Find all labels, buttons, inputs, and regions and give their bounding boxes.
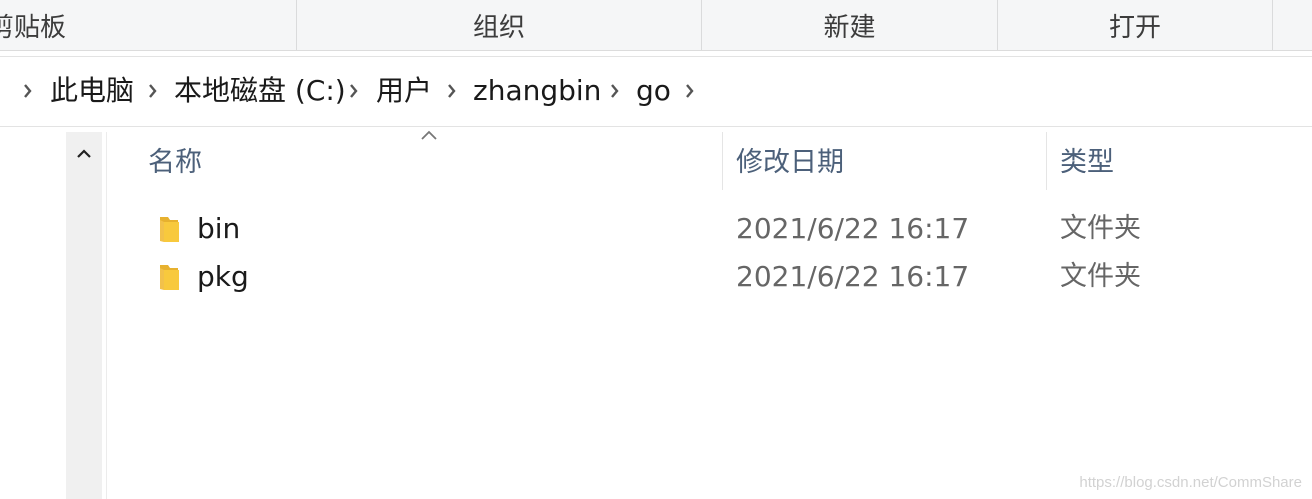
chevron-right-icon[interactable] (143, 69, 163, 113)
navigation-pane[interactable] (66, 132, 102, 499)
breadcrumb-go[interactable]: go (636, 69, 671, 113)
ribbon-group-clipboard[interactable]: 剪贴板 (0, 0, 297, 50)
file-type: 文件夹 (1060, 213, 1141, 244)
ribbon-group-label: 打开 (1108, 12, 1161, 43)
breadcrumb-zhangbin[interactable]: zhangbin (473, 69, 601, 113)
ribbon-group-label: 剪贴板 (0, 12, 67, 43)
chevron-right-icon[interactable] (344, 69, 364, 113)
breadcrumb-local-disk[interactable]: 本地磁盘 (C:) (174, 69, 346, 113)
folder-icon (160, 217, 179, 242)
file-modified: 2021/6/22 16:17 (736, 212, 970, 245)
ribbon-group-new[interactable]: 新建 (702, 0, 998, 50)
chevron-right-icon[interactable] (442, 69, 462, 113)
file-name: bin (197, 212, 241, 245)
file-name: pkg (197, 260, 249, 293)
pane-divider[interactable] (106, 132, 107, 499)
breadcrumb-users[interactable]: 用户 (376, 69, 432, 113)
file-row[interactable]: bin 2021/6/22 16:17 文件夹 (140, 206, 1300, 252)
chevron-right-icon[interactable] (680, 69, 700, 113)
ribbon-group-open[interactable]: 打开 (998, 0, 1273, 50)
file-row[interactable]: pkg 2021/6/22 16:17 文件夹 (140, 254, 1300, 300)
column-separator[interactable] (722, 132, 723, 190)
chevron-right-icon[interactable] (605, 69, 625, 113)
column-separator[interactable] (1046, 132, 1047, 190)
ribbon-group-organize[interactable]: 组织 (297, 0, 702, 50)
file-type: 文件夹 (1060, 261, 1141, 292)
ribbon-group-label: 组织 (472, 12, 525, 43)
scroll-up-button[interactable] (70, 140, 98, 168)
watermark: https://blog.csdn.net/CommShare (1079, 474, 1302, 491)
ribbon-group-label: 新建 (823, 12, 876, 43)
folder-icon (160, 265, 179, 290)
chevron-up-icon (77, 149, 91, 158)
ribbon: 剪贴板 组织 新建 打开 (0, 0, 1312, 51)
column-header-modified[interactable]: 修改日期 (736, 140, 844, 186)
column-header-name[interactable]: 名称 (148, 140, 202, 186)
address-bar[interactable]: 此电脑 本地磁盘 (C:) 用户 zhangbin go (0, 56, 1312, 127)
file-modified: 2021/6/22 16:17 (736, 260, 970, 293)
sort-ascending-icon (421, 130, 437, 140)
breadcrumb-this-pc[interactable]: 此电脑 (50, 69, 134, 113)
column-header-type[interactable]: 类型 (1060, 140, 1114, 186)
chevron-right-icon[interactable] (18, 69, 38, 113)
